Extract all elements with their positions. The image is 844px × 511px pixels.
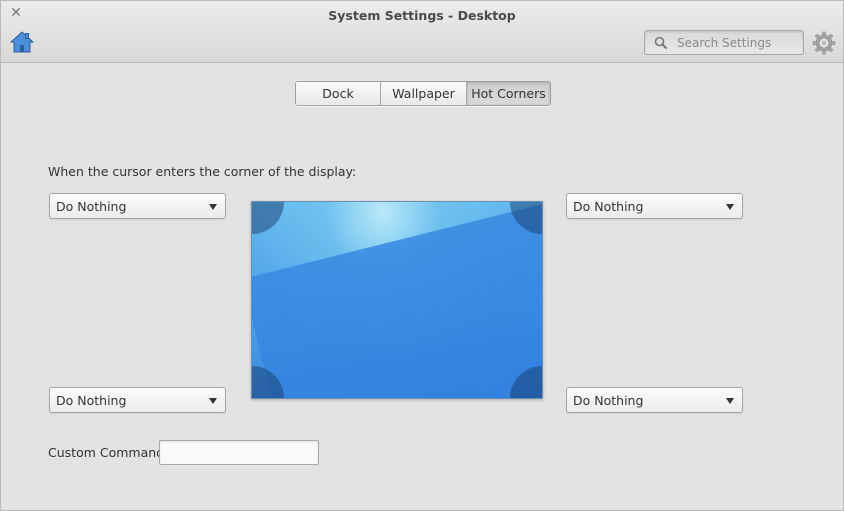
top-right-corner-select[interactable]: Do Nothing: [566, 193, 743, 219]
home-button[interactable]: [9, 30, 35, 54]
hot-corner-top-left[interactable]: [252, 202, 284, 234]
dropdown-arrow-icon: [726, 398, 734, 404]
search-input[interactable]: [675, 33, 799, 53]
tab-bar: Dock Wallpaper Hot Corners: [295, 81, 551, 106]
bottom-right-corner-select[interactable]: Do Nothing: [566, 387, 743, 413]
tab-wallpaper[interactable]: Wallpaper: [381, 82, 467, 105]
top-left-corner-select[interactable]: Do Nothing: [49, 193, 226, 219]
select-value: Do Nothing: [573, 199, 644, 214]
wallpaper-band: [252, 202, 542, 398]
dropdown-arrow-icon: [209, 204, 217, 210]
search-icon: [654, 36, 668, 50]
custom-command-label: Custom Command:: [48, 445, 169, 460]
select-value: Do Nothing: [56, 393, 127, 408]
gear-icon: [812, 31, 836, 55]
tab-dock[interactable]: Dock: [296, 82, 381, 105]
tab-hot-corners[interactable]: Hot Corners: [467, 82, 550, 105]
custom-command-input[interactable]: [159, 440, 319, 465]
settings-button[interactable]: [812, 31, 836, 55]
header-bar: ✕ System Settings - Desktop: [1, 1, 843, 63]
select-value: Do Nothing: [573, 393, 644, 408]
window-title: System Settings - Desktop: [328, 8, 516, 23]
instruction-label: When the cursor enters the corner of the…: [48, 164, 357, 179]
display-preview: [251, 201, 543, 399]
dropdown-arrow-icon: [209, 398, 217, 404]
home-icon: [9, 31, 35, 53]
select-value: Do Nothing: [56, 199, 127, 214]
settings-window: ✕ System Settings - Desktop Search Setti…: [0, 0, 844, 511]
search-box[interactable]: [644, 30, 804, 55]
bottom-left-corner-select[interactable]: Do Nothing: [49, 387, 226, 413]
dropdown-arrow-icon: [726, 204, 734, 210]
